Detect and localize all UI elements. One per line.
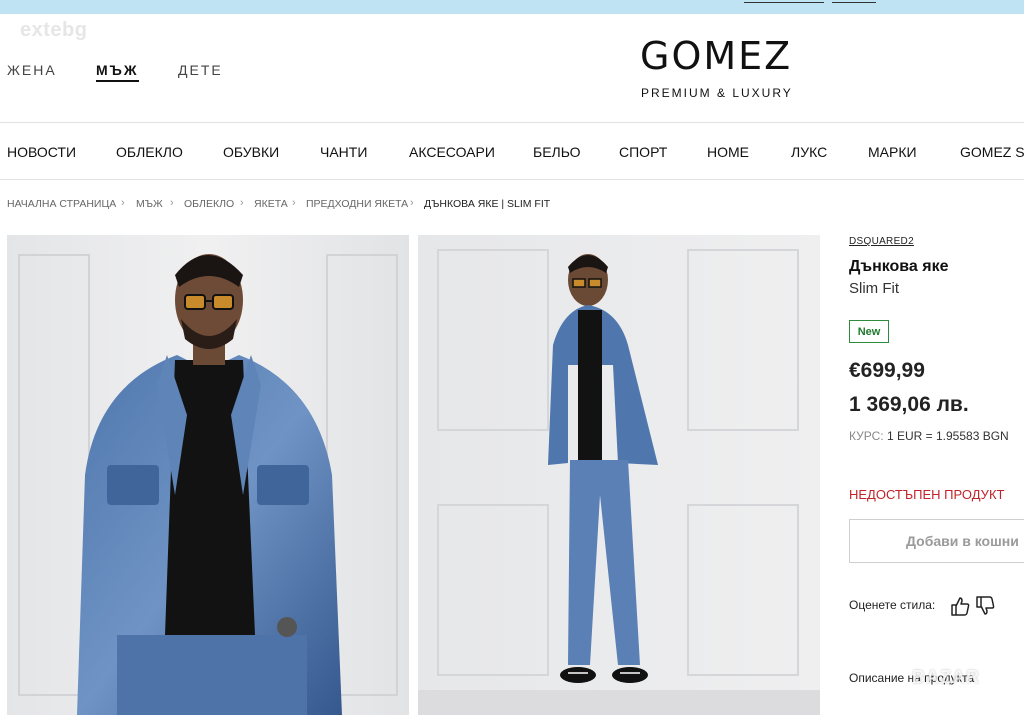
breadcrumb-home[interactable]: НАЧАЛНА СТРАНИЦА: [7, 198, 116, 210]
top-banner-strip: [0, 0, 1024, 14]
nav-gender-men[interactable]: МЪЖ: [96, 62, 139, 82]
add-to-cart-button[interactable]: Добави в кошни: [849, 519, 1024, 563]
menu-item-accessories[interactable]: АКСЕСОАРИ: [409, 144, 495, 160]
product-photo-closeup: [7, 235, 409, 715]
product-image-fullbody[interactable]: [418, 235, 820, 715]
product-name: Дънкова яке: [849, 258, 949, 275]
site-logo[interactable]: GOMEZ: [640, 34, 792, 78]
menu-item-gomez-store[interactable]: GOMEZ ST: [960, 144, 1024, 160]
menu-item-sport[interactable]: СПОРТ: [619, 144, 667, 160]
availability-status: НЕДОСТЪПЕН ПРОДУКТ: [849, 487, 1005, 502]
header-divider: [0, 122, 1024, 123]
menu-item-shoes[interactable]: ОБУВКИ: [223, 144, 279, 160]
watermark-bottom: BAZAR: [912, 667, 980, 687]
menu-item-new[interactable]: НОВОСТИ: [7, 144, 76, 160]
rate-style-label: Оценете стила:: [849, 598, 936, 612]
price-eur: €699,99: [849, 359, 925, 382]
breadcrumb-clothing[interactable]: ОБЛЕКЛО: [184, 198, 234, 210]
menu-divider: [0, 179, 1024, 180]
price-bgn: 1 369,06 лв.: [849, 393, 969, 416]
breadcrumb-separator: ›: [121, 197, 125, 209]
menu-item-underwear[interactable]: БЕЛЬО: [533, 144, 580, 160]
menu-item-brands[interactable]: МАРКИ: [868, 144, 917, 160]
product-brand-link[interactable]: DSQUARED2: [849, 236, 914, 247]
breadcrumb-jackets[interactable]: ЯКЕТА: [254, 198, 288, 210]
menu-item-clothing[interactable]: ОБЛЕКЛО: [116, 144, 183, 160]
nav-gender-women[interactable]: ЖЕНА: [7, 62, 57, 78]
thumbs-up-icon[interactable]: [949, 595, 971, 622]
breadcrumb-men[interactable]: МЪЖ: [136, 198, 163, 210]
breadcrumb-separator: ›: [170, 197, 174, 209]
menu-item-bags[interactable]: ЧАНТИ: [320, 144, 367, 160]
menu-item-home[interactable]: HOME: [707, 144, 749, 160]
product-photo-fullbody: [418, 235, 820, 715]
exchange-rate: КУРС: 1 EUR = 1.95583 BGN: [849, 429, 1009, 443]
breadcrumb-separator: ›: [240, 197, 244, 209]
thumbs-down-icon[interactable]: [974, 595, 996, 622]
breadcrumb-separator: ›: [292, 197, 296, 209]
exchange-rate-label: КУРС:: [849, 429, 884, 443]
breadcrumb-transitional-jackets[interactable]: ПРЕДХОДНИ ЯКЕТА: [306, 198, 408, 210]
product-image-closeup[interactable]: [7, 235, 409, 715]
nav-gender-kids[interactable]: ДЕТЕ: [178, 62, 223, 78]
breadcrumb-current: ДЪНКОВА ЯКЕ | SLIM FIT: [424, 198, 551, 210]
breadcrumb-separator: ›: [410, 197, 414, 209]
watermark-top: extebg: [20, 19, 88, 41]
exchange-rate-value: 1 EUR = 1.95583 BGN: [886, 429, 1009, 443]
logo-tagline: PREMIUM & LUXURY: [641, 86, 793, 100]
product-subtitle: Slim Fit: [849, 280, 899, 297]
new-badge: New: [849, 320, 889, 343]
menu-item-lux[interactable]: ЛУКС: [791, 144, 827, 160]
